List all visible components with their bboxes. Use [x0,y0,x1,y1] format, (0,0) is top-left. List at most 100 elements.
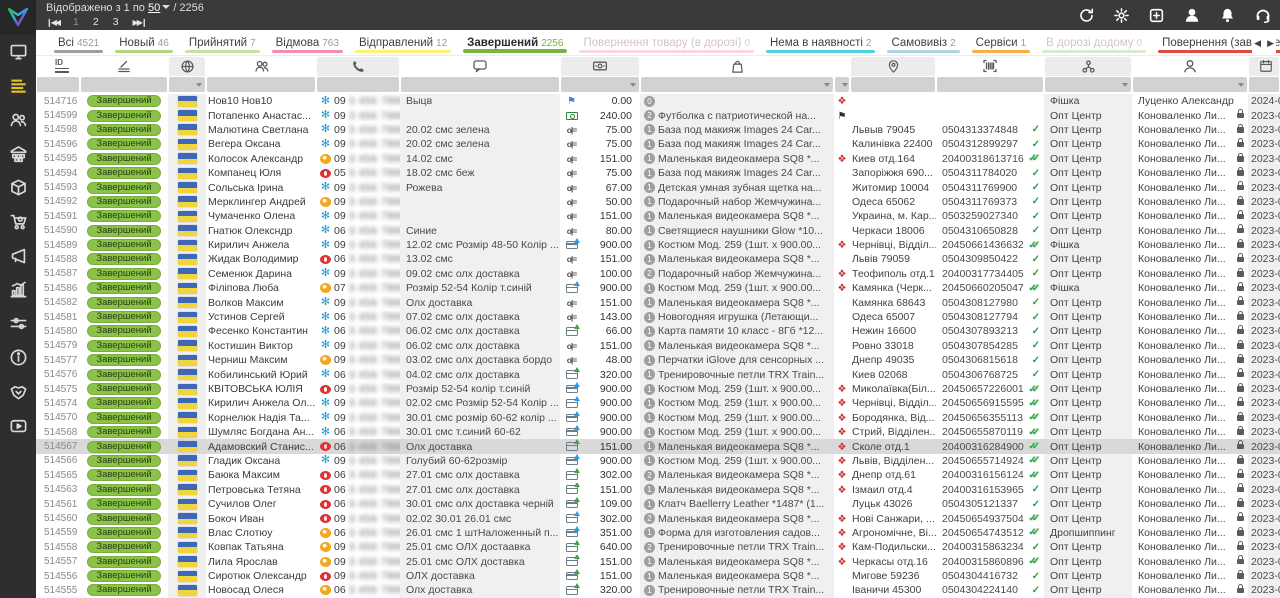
column-header-city[interactable] [850,56,936,76]
filter-payment[interactable] [561,77,639,92]
tabs-scroll-right-icon[interactable]: ▶ [1267,38,1274,49]
table-row[interactable]: 514590 Завершений Гнатюк Олексндр ✻063 4… [36,224,1280,238]
page-1-button[interactable]: 1 [73,16,79,29]
filter-manager[interactable] [1133,77,1247,92]
sidebar-item-settings-sliders[interactable] [0,306,36,340]
table-row[interactable]: 514556 Завершений Сиротюк Олександр 093 … [36,569,1280,583]
column-header-ttn[interactable] [936,56,1044,76]
filter-delivery[interactable] [835,77,849,92]
filter-date[interactable] [1249,77,1279,92]
add-order-icon[interactable] [1148,7,1165,24]
table-row[interactable]: 514591 Завершений Чумаченко Олена ✻093 4… [36,209,1280,223]
sidebar-item-video-tutorials[interactable] [0,408,36,442]
last-page-button[interactable]: ▶▶❙ [133,16,146,29]
column-header-phone[interactable] [316,56,400,76]
table-row[interactable]: 514557 Завершений Лила Ярослав 093 456 7… [36,555,1280,569]
filter-phone[interactable] [317,77,399,92]
sidebar-item-partners-handshake[interactable] [0,374,36,408]
table-row[interactable]: 514595 Завершений Колосок Александр 093 … [36,152,1280,166]
page-3-button[interactable]: 3 [113,16,119,29]
tab-6[interactable]: Завершений2256 [457,30,573,55]
table-row[interactable]: 514594 Завершений Компанец Юля 053 456 7… [36,166,1280,180]
filter-customer[interactable] [207,77,315,92]
tab-9[interactable]: Самовивіз2 [881,30,965,55]
sidebar-item-customers[interactable] [0,102,36,136]
table-row[interactable]: 514586 Завершений Філіпова Люба 073 456 … [36,281,1280,295]
column-header-manager[interactable] [1132,56,1248,76]
tab-2[interactable]: Новый46 [109,30,179,55]
table-row[interactable]: 514555 Завершений Новосад Олеся 063 456 … [36,583,1280,597]
table-row[interactable]: 514582 Завершений Волков Максим ✻093 456… [36,295,1280,309]
table-row[interactable]: 514574 Завершений Кирилич Анжела Ол... ✻… [36,396,1280,410]
column-header-customer[interactable] [206,56,316,76]
table-row[interactable]: 514598 Завершений Малютина Светлана ✻093… [36,123,1280,137]
column-header-delivery[interactable] [834,56,850,76]
page-size-dropdown[interactable]: 50 [148,2,160,14]
column-header-product[interactable] [640,56,834,76]
filter-product[interactable] [641,77,833,92]
table-row[interactable]: 514568 Завершений Шумляс Богдана Ан... ✻… [36,425,1280,439]
table-row[interactable]: 514587 Завершений Семенюк Дарина ✻093 45… [36,267,1280,281]
sidebar-item-warehouse[interactable] [0,136,36,170]
column-header-comment[interactable] [400,56,560,76]
sidebar-item-dashboard[interactable] [0,34,36,68]
sidebar-item-marketing[interactable] [0,238,36,272]
table-row[interactable]: 514593 Завершений Сольська Ірина ✻093 45… [36,180,1280,194]
table-row[interactable]: 514563 Завершений Петровська Тетяна 063 … [36,483,1280,497]
page-2-button[interactable]: 2 [93,16,99,29]
sidebar-item-statistics[interactable] [0,272,36,306]
table-row[interactable]: 514581 Завершений Устинов Сергей ✻063 45… [36,310,1280,324]
app-logo[interactable] [0,0,36,34]
table-row[interactable]: 514588 Завершений Жидак Володимир 063 45… [36,252,1280,266]
filter-comment[interactable] [401,77,559,92]
column-header-source[interactable] [1044,56,1132,76]
table-row[interactable]: 514560 Завершений Бокоч Иван 093 456 789… [36,511,1280,525]
table-row[interactable]: 514589 Завершений Кирилич Анжела ✻093 45… [36,238,1280,252]
sidebar-item-orders[interactable] [0,68,36,102]
table-row[interactable]: 514561 Завершений Сучилов Олег 063 456 7… [36,497,1280,511]
bell-icon[interactable] [1219,7,1236,24]
tab-5[interactable]: Відправлений12 [349,30,457,55]
tab-11[interactable]: В дорозі додому0 [1036,30,1152,55]
filter-status[interactable] [81,77,167,92]
tab-3[interactable]: Прийнятий7 [179,30,266,55]
tab-8[interactable]: Нема в наявності2 [760,30,881,55]
filter-country[interactable] [169,77,205,92]
tab-10[interactable]: Сервіси1 [966,30,1037,55]
table-row[interactable]: 514575 Завершений КВІТОВСЬКА ЮЛІЯ 093 45… [36,382,1280,396]
sidebar-item-shopping-cart[interactable] [0,204,36,238]
filter-city[interactable] [851,77,935,92]
table-row[interactable]: 514577 Завершений Черниш Максим 093 456 … [36,353,1280,367]
filter-ttn[interactable] [937,77,1043,92]
filter-source[interactable] [1045,77,1131,92]
tab-4[interactable]: Відмова763 [266,30,349,55]
tabs-scroll-left-icon[interactable]: ◀ [1254,38,1261,49]
gear-icon[interactable] [1113,7,1130,24]
table-row[interactable]: 514576 Завершений Кобилинський Юрий ✻063… [36,367,1280,381]
avatar-icon[interactable] [1183,6,1201,24]
support-headset-icon[interactable] [1254,6,1272,24]
column-header-date[interactable] [1248,56,1280,76]
sidebar-item-info[interactable] [0,340,36,374]
tab-7[interactable]: Повернення товару (в дорозі)0 [573,30,760,55]
column-header-payment[interactable] [560,56,640,76]
sidebar-item-products[interactable] [0,170,36,204]
first-page-button[interactable]: ❙◀◀ [46,16,59,29]
table-row[interactable]: 514566 Завершений Гладик Оксана ✻093 456… [36,454,1280,468]
table-row[interactable]: 514596 Завершений Вегера Оксана ✻093 456… [36,137,1280,151]
tab-1[interactable]: Всі4521 [48,30,109,55]
column-header-status[interactable] [80,56,168,76]
table-row[interactable]: 514567 Завершений Адамовский Станис... 0… [36,439,1280,453]
table-row[interactable]: 514558 Завершений Ковпак Татьяна 093 456… [36,540,1280,554]
column-header-country[interactable] [168,56,206,76]
table-row[interactable]: 514580 Завершений Фесенко Константин ✻06… [36,324,1280,338]
table-row[interactable]: 514716 Завершений Нов10 Нов10 ✻093 456 7… [36,94,1280,108]
table-row[interactable]: 514559 Завершений Влас Слотюу 063 456 78… [36,526,1280,540]
table-row[interactable]: 514599 Завершений Потапенко Анастас... ✻… [36,108,1280,122]
table-row[interactable]: 514592 Завершений Мерклингер Андрей 093 … [36,195,1280,209]
column-header-id[interactable]: ID [36,56,80,76]
filter-id[interactable] [37,77,79,92]
table-row[interactable]: 514565 Завершений Баюка Максим 063 456 7… [36,468,1280,482]
table-row[interactable]: 514579 Завершений Костишин Виктор ✻093 4… [36,339,1280,353]
table-row[interactable]: 514570 Завершений Корнелюк Надія Та... ✻… [36,411,1280,425]
